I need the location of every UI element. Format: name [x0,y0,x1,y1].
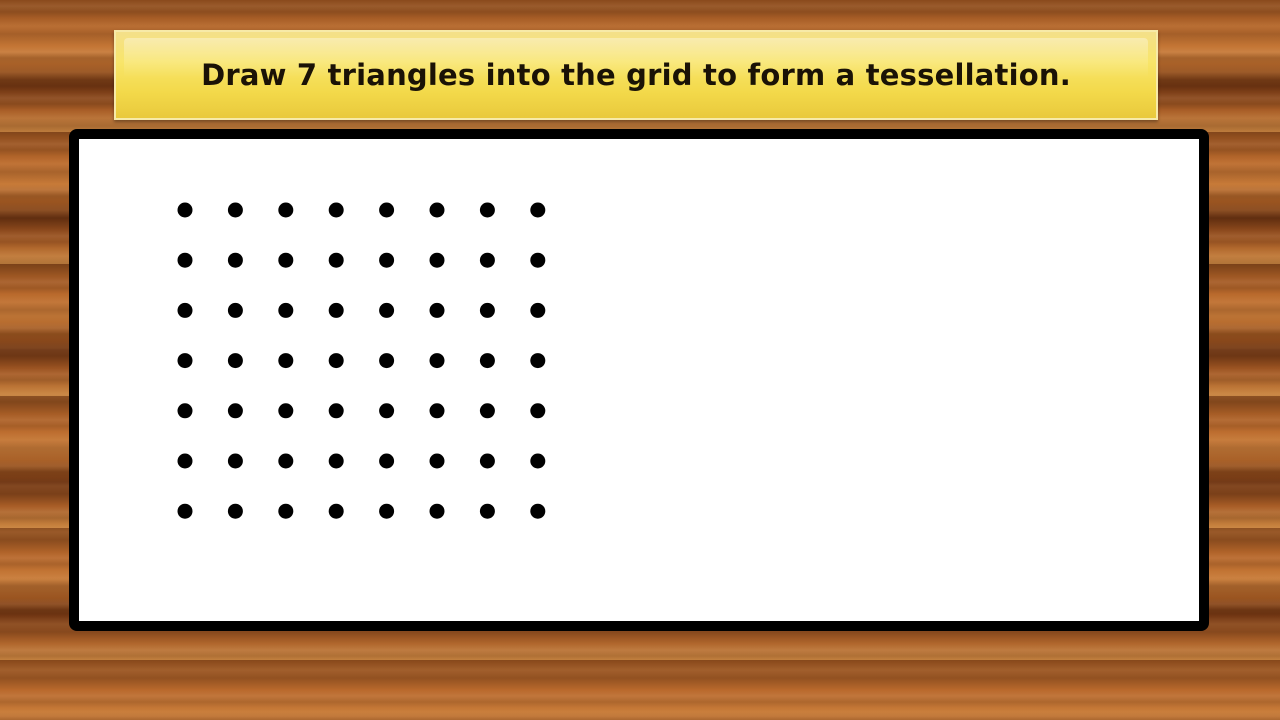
drawing-board[interactable] [69,129,1209,631]
instruction-text: Draw 7 triangles into the grid to form a… [201,58,1071,92]
instruction-banner: Draw 7 triangles into the grid to form a… [114,30,1158,120]
